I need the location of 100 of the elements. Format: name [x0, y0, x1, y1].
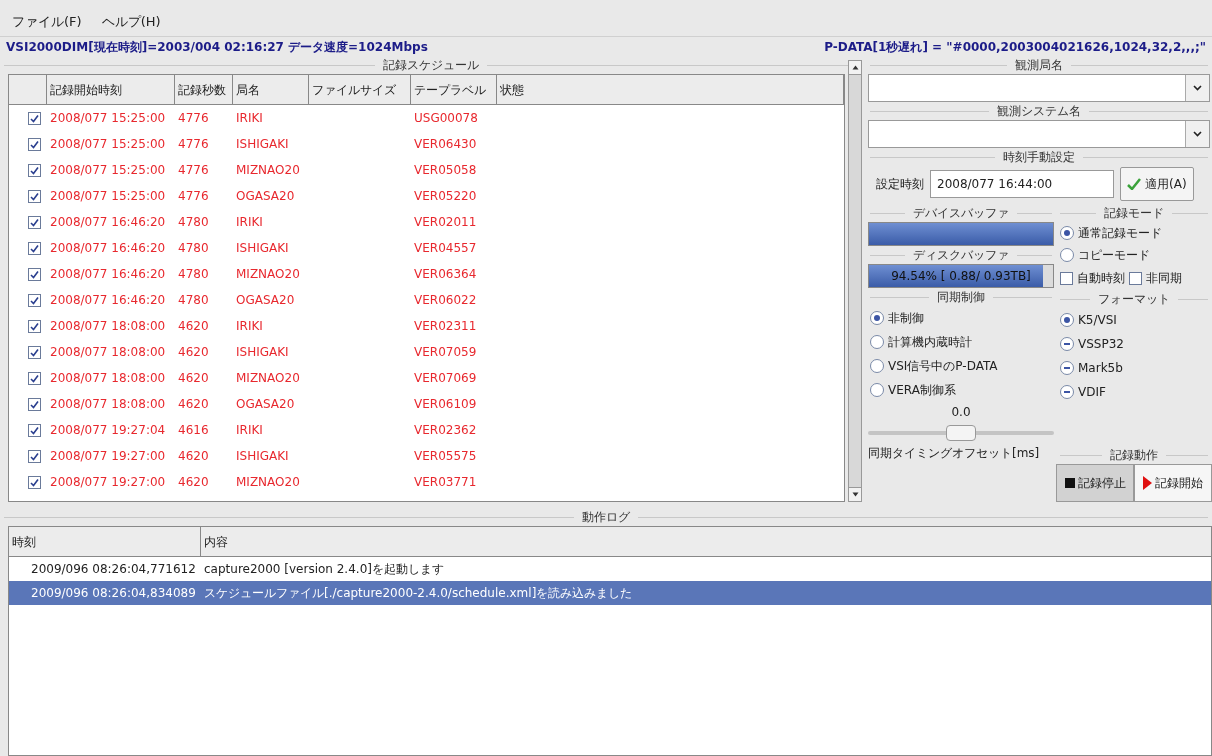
table-cell-text: VER05058 — [413, 162, 478, 179]
checkbox[interactable] — [28, 293, 41, 307]
table-cell-text: OGASA20 — [235, 292, 296, 309]
table-cell-text: USG00078 — [413, 110, 479, 127]
table-cell-text: 2008/077 18:08:00 — [49, 370, 167, 387]
chevron-down-icon — [1193, 85, 1202, 91]
radio-label[interactable]: 非制御 — [888, 309, 924, 327]
table-cell-text: IRIKI — [235, 214, 264, 231]
checkbox[interactable] — [28, 111, 41, 125]
column-header[interactable]: 局名 — [233, 75, 309, 104]
checkbox[interactable] — [28, 163, 41, 177]
table-cell-text: 4780 — [177, 266, 210, 283]
section-title: ディスクバッファ — [913, 247, 1009, 264]
table-cell-text: 4620 — [177, 448, 210, 465]
table-cell-text: 4776 — [177, 110, 210, 127]
radio-label[interactable]: 計算機内蔵時計 — [888, 333, 972, 351]
table-cell-text: VER03771 — [413, 474, 478, 491]
radio-button[interactable] — [1060, 337, 1074, 351]
radio-button[interactable] — [1060, 313, 1074, 327]
table-cell-text: 2008/077 18:08:00 — [49, 396, 167, 413]
checkbox[interactable] — [28, 345, 41, 359]
checkbox[interactable] — [28, 241, 41, 255]
slider-label: 同期タイミングオフセット[ms] — [867, 445, 1041, 462]
table-cell-text: IRIKI — [235, 110, 264, 127]
column-header[interactable]: 内容 — [201, 527, 1211, 556]
table-cell-text: 2008/077 15:25:00 — [49, 136, 167, 153]
stop-button[interactable]: 記録停止 — [1056, 464, 1134, 502]
checkbox-label[interactable]: 自動時刻 — [1077, 269, 1125, 287]
table-cell-text: MIZNAO20 — [235, 370, 301, 387]
radio-button[interactable] — [1060, 248, 1074, 262]
offset-value: 0.0 — [951, 404, 971, 421]
time-input[interactable]: 2008/077 16:44:00 — [930, 170, 1114, 198]
checkbox-label[interactable]: 非同期 — [1146, 269, 1182, 287]
table-cell-text: VER05575 — [413, 448, 478, 465]
section-title: 記録動作 — [1110, 447, 1158, 464]
table-cell-text: 4776 — [177, 136, 210, 153]
slider-thumb[interactable] — [946, 425, 976, 441]
slider[interactable] — [868, 424, 1054, 442]
menu-item[interactable]: ファイル(F) — [12, 12, 82, 32]
checkbox[interactable] — [28, 397, 41, 411]
section-title: 観測局名 — [1015, 57, 1063, 74]
radio-button[interactable] — [870, 311, 884, 325]
table-cell-text: VER06109 — [413, 396, 478, 413]
radio-label[interactable]: VERA制御系 — [888, 381, 956, 399]
checkbox[interactable] — [28, 319, 41, 333]
status-text: P-DATA[1秒遅れ] = "#0000,2003004021626,1024,32,2,,,;" — [824, 38, 1206, 56]
table-cell-text: ISHIGAKI — [235, 136, 290, 153]
radio-button[interactable] — [1060, 226, 1074, 240]
checkbox[interactable] — [1129, 271, 1142, 285]
table-cell-text: 4776 — [177, 162, 210, 179]
table-cell-text: VER06022 — [413, 292, 478, 309]
radio-label[interactable]: VSI信号中のP-DATA — [888, 357, 998, 375]
log-row[interactable]: 2009/096 08:26:04,834089 スケジュールファイル[./capture2000-2.4.0/schedule.xml]を読み込みました — [9, 581, 1211, 605]
radio-button[interactable] — [870, 335, 884, 349]
column-header[interactable]: 時刻 — [9, 527, 201, 556]
section-title: 同期制御 — [937, 289, 985, 306]
table-cell-text: VER06364 — [413, 266, 478, 283]
column-header[interactable]: テープラベル — [411, 75, 497, 104]
table-cell-text: VER04557 — [413, 240, 478, 257]
table-cell-text: 4616 — [177, 422, 210, 439]
checkbox[interactable] — [28, 475, 41, 489]
checkbox[interactable] — [28, 423, 41, 437]
field-label: 設定時刻 — [876, 176, 924, 193]
checkbox[interactable] — [28, 267, 41, 281]
table-cell-text: 4620 — [177, 344, 210, 361]
radio-button[interactable] — [1060, 385, 1074, 399]
table-cell-text: OGASA20 — [235, 396, 296, 413]
section-title: フォーマット — [1098, 291, 1170, 308]
table-cell-text: 2008/077 16:46:20 — [49, 240, 167, 257]
table-cell-text: VER07069 — [413, 370, 478, 387]
menu-item[interactable]: ヘルプ(H) — [101, 12, 161, 32]
scrollbar[interactable] — [848, 60, 862, 502]
radio-button[interactable] — [870, 383, 884, 397]
radio-label[interactable]: K5/VSI — [1078, 311, 1117, 329]
checkbox[interactable] — [28, 137, 41, 151]
table-cell-text: VER05220 — [413, 188, 478, 205]
dropdown[interactable] — [868, 120, 1210, 148]
column-header[interactable]: 記録秒数 — [175, 75, 233, 104]
table-cell-text: MIZNAO20 — [235, 266, 301, 283]
radio-button[interactable] — [1060, 361, 1074, 375]
log-row[interactable]: 2009/096 08:26:04,771612 capture2000 [version 2.4.0]を起動します — [9, 557, 1211, 581]
checkbox[interactable] — [28, 371, 41, 385]
radio-label[interactable]: 通常記録モード — [1078, 224, 1162, 242]
start-button[interactable]: 記録開始 — [1134, 464, 1212, 502]
play-icon — [1143, 476, 1152, 490]
checkbox[interactable] — [28, 189, 41, 203]
table-cell-text: VER02011 — [413, 214, 478, 231]
checkbox[interactable] — [1060, 271, 1073, 285]
column-header[interactable]: 状態 — [497, 75, 844, 104]
radio-label[interactable]: コピーモード — [1078, 246, 1150, 264]
column-header[interactable]: 記録開始時刻 — [47, 75, 175, 104]
chevron-down-icon — [1193, 131, 1202, 137]
column-header[interactable]: ファイルサイズ — [309, 75, 411, 104]
radio-button[interactable] — [870, 359, 884, 373]
table-cell-text: 4780 — [177, 214, 210, 231]
checkbox[interactable] — [28, 215, 41, 229]
apply-button[interactable]: 適用(A) — [1120, 167, 1194, 201]
dropdown[interactable] — [868, 74, 1210, 102]
checkbox[interactable] — [28, 449, 41, 463]
table-cell-text: MIZNAO20 — [235, 162, 301, 179]
